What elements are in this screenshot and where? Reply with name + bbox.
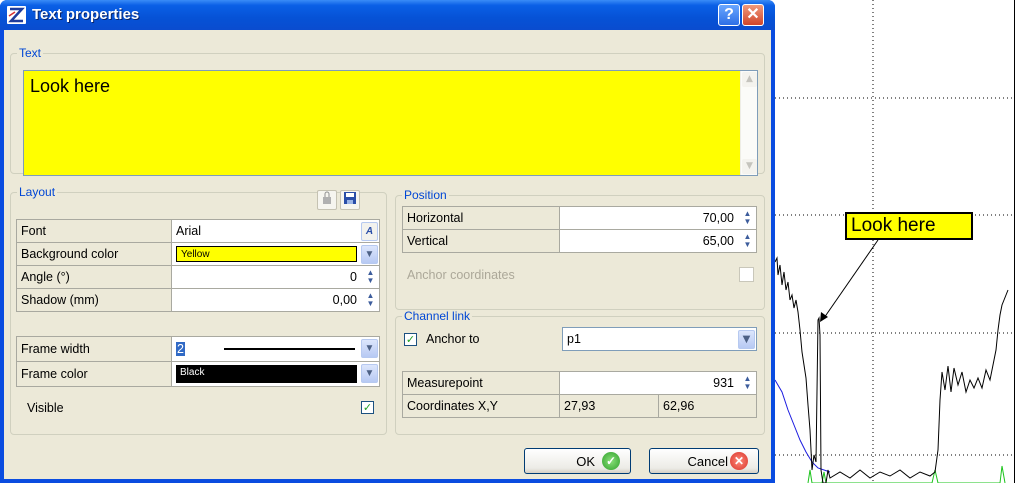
close-button[interactable]: ✕ <box>742 4 764 26</box>
scroll-up-icon[interactable]: ▲ <box>742 72 757 87</box>
angle-input[interactable]: 0 ▲ ▼ <box>171 265 380 289</box>
help-button[interactable]: ? <box>718 4 740 26</box>
coordinate-y-value: 62,96 <box>658 394 757 418</box>
angle-value: 0 <box>350 270 357 284</box>
measurepoint-spinner-icon[interactable]: ▲ ▼ <box>741 375 754 392</box>
chevron-down-icon[interactable]: ▼ <box>738 330 755 349</box>
anchor-to-label: Anchor to <box>426 332 480 346</box>
coordinates-label: Coordinates X,Y <box>402 394 560 418</box>
channel-link-group-legend: Channel link <box>404 309 471 323</box>
vertical-value: 65,00 <box>702 234 734 248</box>
annotation-arrow <box>823 239 879 319</box>
coordinates-row: Coordinates X,Y 27,93 62,96 <box>402 394 757 418</box>
font-value: Arial <box>176 224 202 238</box>
cancel-button[interactable]: Cancel ✕ <box>649 448 759 474</box>
measurepoint-label: Measurepoint <box>402 371 560 395</box>
measurepoint-row: Measurepoint 931 ▲ ▼ <box>402 371 757 395</box>
position-grid: Horizontal 70,00 ▲ ▼ Vertical 65,00 ▲ ▼ <box>402 206 757 253</box>
horizontal-row: Horizontal 70,00 ▲ ▼ <box>402 206 757 230</box>
shadow-value: 0,00 <box>332 293 357 307</box>
ok-button[interactable]: OK ✓ <box>524 448 631 474</box>
save-icon[interactable] <box>340 190 360 210</box>
cancel-button-label: Cancel <box>687 454 728 469</box>
cancel-x-icon: ✕ <box>730 452 748 470</box>
text-properties-dialog: Text properties ? ✕ Text Look here ▲ ▼ L… <box>0 0 775 483</box>
shadow-input[interactable]: 0,00 ▲ ▼ <box>171 288 380 312</box>
measurepoint-value: 931 <box>713 376 734 390</box>
visible-label: Visible <box>27 401 64 415</box>
horizontal-value: 70,00 <box>702 211 734 225</box>
frame-color-label: Frame color <box>16 361 172 387</box>
scroll-down-icon[interactable]: ▼ <box>742 159 757 174</box>
background-color-label: Background color <box>16 242 172 266</box>
shadow-label: Shadow (mm) <box>16 288 172 312</box>
ok-check-icon: ✓ <box>602 452 620 470</box>
dialog-client-area: Text Look here ▲ ▼ Layout Font Arial A B… <box>4 30 771 479</box>
text-scrollbar[interactable]: ▲ ▼ <box>740 71 757 175</box>
lock-icon[interactable] <box>317 190 337 210</box>
chevron-down-icon[interactable]: ▼ <box>361 364 378 383</box>
window-title: Text properties <box>32 6 140 23</box>
title-bar[interactable]: Text properties ? ✕ <box>0 0 775 30</box>
frame-color-row: Frame color Black ▼ <box>16 361 380 387</box>
frame-width-select[interactable]: 2 ▼ <box>171 336 380 362</box>
layout-group-legend: Layout <box>19 185 56 199</box>
font-row: Font Arial A <box>16 219 380 243</box>
frame-grid: Frame width 2 ▼ Frame color Black ▼ <box>16 336 380 387</box>
shadow-row: Shadow (mm) 0,00 ▲ ▼ <box>16 288 380 312</box>
background-chart <box>774 0 1015 483</box>
app-icon <box>7 6 26 24</box>
frame-width-label: Frame width <box>16 336 172 362</box>
shadow-spinner-icon[interactable]: ▲ ▼ <box>364 292 377 309</box>
text-input[interactable]: Look here ▲ ▼ <box>23 70 758 176</box>
anchor-coordinates-checkbox[interactable] <box>739 267 754 282</box>
line-width-sample <box>224 348 355 350</box>
horizontal-spinner-icon[interactable]: ▲ ▼ <box>741 210 754 227</box>
black-trace <box>774 256 1009 483</box>
frame-color-value: Black <box>176 365 357 383</box>
position-group-legend: Position <box>404 188 447 202</box>
background-color-select[interactable]: Yellow ▼ <box>171 242 380 266</box>
anchor-to-select[interactable]: p1 ▼ <box>562 327 757 351</box>
frame-width-value: 2 <box>176 342 185 356</box>
coordinate-x-value: 27,93 <box>559 394 659 418</box>
angle-spinner-icon[interactable]: ▲ ▼ <box>364 269 377 286</box>
vertical-input[interactable]: 65,00 ▲ ▼ <box>559 229 757 253</box>
layout-grid: Font Arial A Background color Yellow ▼ A… <box>16 219 380 312</box>
ok-button-label: OK <box>576 454 595 469</box>
angle-row: Angle (°) 0 ▲ ▼ <box>16 265 380 289</box>
chevron-down-icon[interactable]: ▼ <box>361 245 378 264</box>
background-color-value: Yellow <box>176 246 357 262</box>
horizontal-input[interactable]: 70,00 ▲ ▼ <box>559 206 757 230</box>
vertical-spinner-icon[interactable]: ▲ ▼ <box>741 233 754 250</box>
anchor-coordinates-label: Anchor coordinates <box>407 268 515 282</box>
green-trace <box>807 465 1006 483</box>
frame-width-row: Frame width 2 ▼ <box>16 336 380 362</box>
anchor-to-value: p1 <box>567 332 581 346</box>
chart-annotation[interactable]: Look here <box>845 212 973 240</box>
measurepoint-input[interactable]: 931 ▲ ▼ <box>559 371 757 395</box>
text-input-value: Look here <box>30 76 111 96</box>
horizontal-label: Horizontal <box>402 206 560 230</box>
font-picker-icon[interactable]: A <box>361 222 378 241</box>
anchor-to-checkbox[interactable]: ✓ <box>404 333 417 346</box>
visible-checkbox[interactable]: ✓ <box>361 401 374 414</box>
chevron-down-icon[interactable]: ▼ <box>361 339 378 358</box>
text-group-legend: Text <box>19 46 42 60</box>
channel-grid: Measurepoint 931 ▲ ▼ Coordinates X,Y 27,9… <box>402 371 757 418</box>
blue-trace <box>774 379 831 473</box>
font-field[interactable]: Arial A <box>171 219 380 243</box>
vertical-row: Vertical 65,00 ▲ ▼ <box>402 229 757 253</box>
frame-color-select[interactable]: Black ▼ <box>171 361 380 387</box>
font-label: Font <box>16 219 172 243</box>
angle-label: Angle (°) <box>16 265 172 289</box>
background-color-row: Background color Yellow ▼ <box>16 242 380 266</box>
vertical-label: Vertical <box>402 229 560 253</box>
